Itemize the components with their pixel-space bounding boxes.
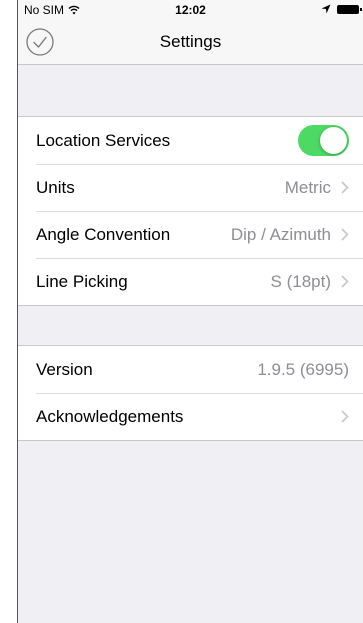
- row-label: Acknowledgements: [36, 406, 184, 426]
- acknowledgements-row[interactable]: Acknowledgements: [18, 393, 363, 440]
- battery-icon: [337, 4, 362, 14]
- location-services-row: Location Services: [18, 117, 363, 164]
- navigation-bar: Settings: [18, 20, 363, 65]
- info-group: Version 1.9.5 (6995) Acknowledgements: [18, 345, 363, 441]
- chevron-right-icon: [341, 275, 349, 288]
- row-label: Version: [36, 359, 93, 379]
- version-value: 1.9.5 (6995): [257, 359, 349, 379]
- status-time: 12:02: [175, 3, 206, 17]
- status-right: [321, 4, 362, 14]
- version-row: Version 1.9.5 (6995): [18, 346, 363, 393]
- status-bar: No SIM 12:02: [18, 0, 363, 20]
- units-row[interactable]: Units Metric: [18, 164, 363, 211]
- chevron-right-icon: [341, 228, 349, 241]
- row-label: Units: [36, 177, 75, 197]
- chevron-right-icon: [341, 181, 349, 194]
- line-picking-row[interactable]: Line Picking S (18pt): [18, 258, 363, 305]
- chevron-right-icon: [341, 410, 349, 423]
- settings-group: Location Services Units Metric Angle Con…: [18, 116, 363, 306]
- angle-convention-row[interactable]: Angle Convention Dip / Azimuth: [18, 211, 363, 258]
- row-value: Dip / Azimuth: [230, 224, 331, 244]
- phone-screen: No SIM 12:02 Settings Location Services: [17, 0, 363, 623]
- row-label: Line Picking: [36, 271, 128, 291]
- row-label: Location Services: [36, 130, 171, 150]
- location-services-toggle[interactable]: [298, 125, 349, 156]
- row-label: Angle Convention: [36, 224, 171, 244]
- page-title: Settings: [159, 32, 222, 51]
- row-value: S (18pt): [270, 271, 331, 291]
- row-value: Metric: [284, 177, 331, 197]
- toggle-knob: [320, 127, 347, 154]
- location-arrow-icon: [321, 4, 331, 14]
